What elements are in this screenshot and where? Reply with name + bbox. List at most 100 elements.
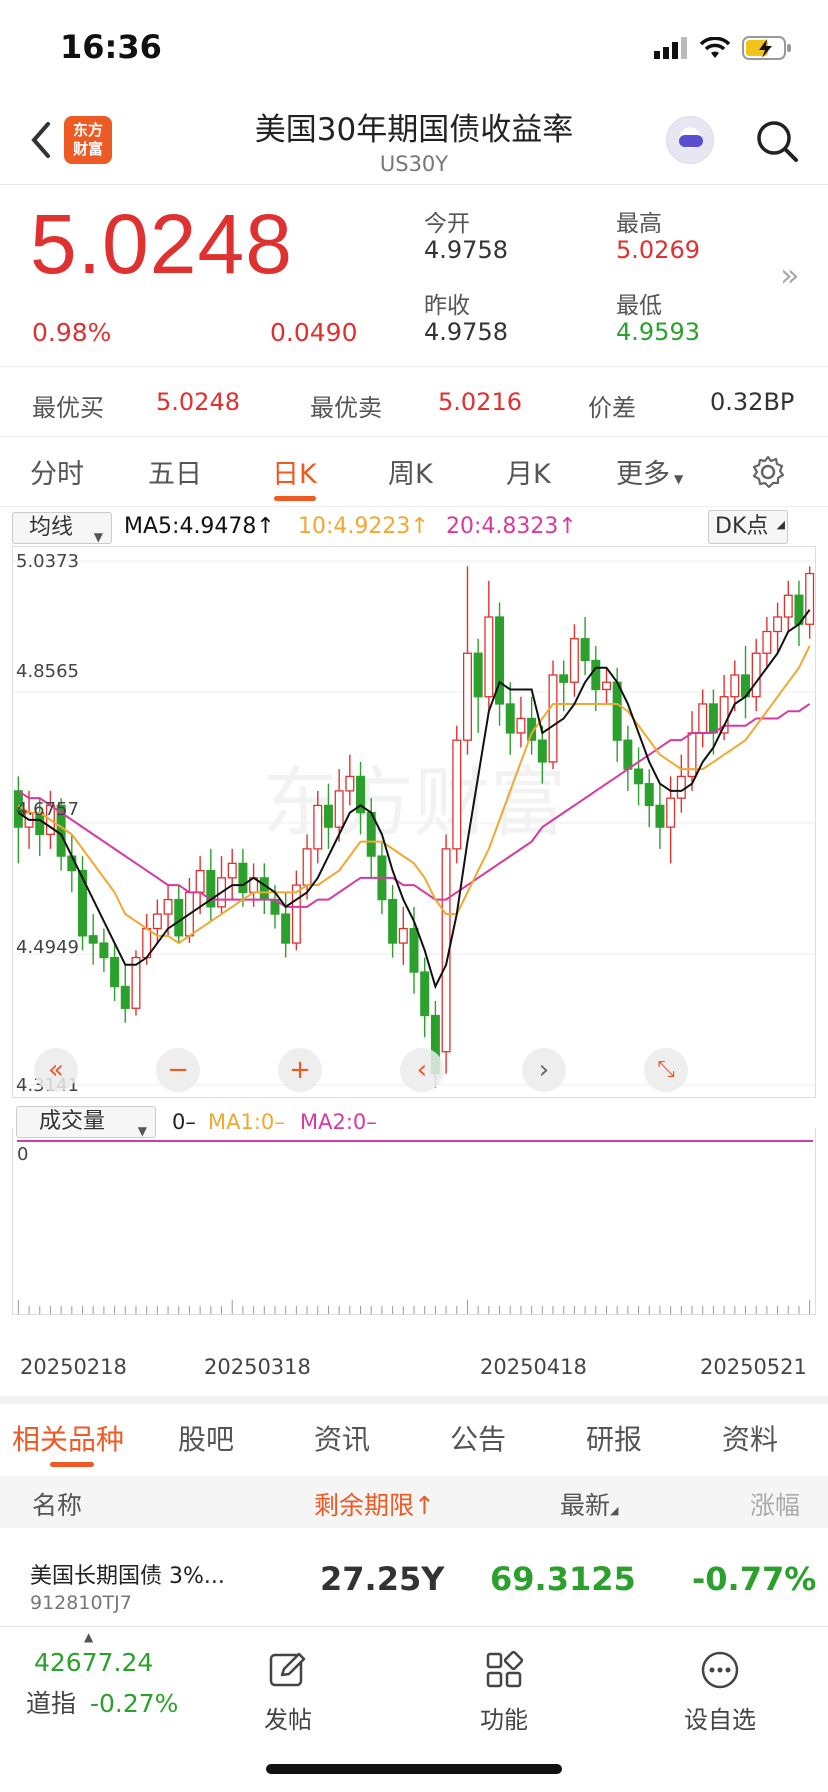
zoom-in-button[interactable]: + bbox=[278, 1048, 322, 1092]
active-bottom-tab-indicator bbox=[50, 1462, 94, 1467]
tab-profile[interactable]: 资料 bbox=[722, 1418, 778, 1458]
tab-daily-k[interactable]: 日K bbox=[272, 452, 317, 491]
high-value: 5.0269 bbox=[616, 236, 700, 264]
candle-body bbox=[99, 942, 109, 959]
candle-body bbox=[484, 616, 494, 698]
tab-related[interactable]: 相关品种 bbox=[12, 1418, 124, 1458]
candle-body bbox=[612, 681, 622, 741]
candle-body bbox=[698, 703, 708, 734]
volume-chart[interactable]: 0 bbox=[12, 1128, 816, 1315]
x-tick-label: 20250218 bbox=[20, 1355, 127, 1379]
candle-body bbox=[666, 797, 676, 828]
tab-news[interactable]: 资讯 bbox=[314, 1418, 370, 1458]
add-watchlist-button[interactable]: 设自选 bbox=[660, 1650, 780, 1735]
scroll-left-button[interactable]: ‹ bbox=[400, 1048, 444, 1092]
candle-body bbox=[452, 739, 462, 850]
best-bid-value: 5.0248 bbox=[156, 388, 240, 416]
x-tick-label: 20250521 bbox=[700, 1355, 807, 1379]
row-code: 912810TJ7 bbox=[30, 1592, 132, 1614]
col-name-header[interactable]: 名称 bbox=[32, 1486, 82, 1522]
candle-body bbox=[623, 739, 633, 770]
volume-zero-label: 0 bbox=[17, 1144, 29, 1165]
candle-body bbox=[334, 790, 344, 828]
settings-gear-icon[interactable] bbox=[750, 454, 786, 490]
search-icon[interactable] bbox=[754, 118, 800, 164]
candle-body bbox=[152, 913, 162, 930]
indicator-select[interactable]: 均线 ▼ bbox=[12, 512, 112, 544]
col-change-header[interactable]: 涨幅 bbox=[750, 1486, 828, 1522]
zoom-out-button[interactable]: − bbox=[156, 1048, 200, 1092]
indicator-select-label: 均线 bbox=[29, 515, 74, 540]
index-ticker[interactable]: 道指 -0.27% bbox=[26, 1684, 178, 1720]
signal-icon bbox=[654, 37, 687, 59]
candle-body bbox=[462, 652, 472, 741]
ma10-value: 10:4.9223↑ bbox=[298, 514, 429, 539]
col-latest-header[interactable]: 最新◢ bbox=[560, 1486, 618, 1522]
open-label: 今开 bbox=[424, 211, 470, 237]
kline-chart[interactable]: 东方财富 bbox=[12, 546, 816, 1098]
candle-body bbox=[762, 630, 772, 654]
assistant-robot-icon[interactable] bbox=[666, 116, 714, 164]
tab-intraday[interactable]: 分时 bbox=[30, 452, 84, 491]
post-button[interactable]: 发帖 bbox=[228, 1650, 348, 1735]
best-ask-value: 5.0216 bbox=[438, 388, 522, 416]
candle-body bbox=[302, 848, 312, 886]
edit-icon bbox=[269, 1652, 306, 1687]
tab-more[interactable]: 更多 ▼ bbox=[616, 452, 683, 491]
candle-body bbox=[238, 862, 248, 893]
candle-body bbox=[751, 652, 761, 698]
high-label: 最高 bbox=[616, 211, 662, 237]
battery-icon bbox=[742, 36, 791, 60]
scroll-left-fast-button[interactable]: « bbox=[34, 1048, 78, 1092]
ma5-value: MA5:4.9478↑ bbox=[124, 514, 275, 539]
kline-svg: 东方财富 bbox=[13, 560, 815, 1088]
candle-body bbox=[78, 869, 88, 937]
candle-body bbox=[805, 572, 815, 625]
y-tick-label: 4.6757 bbox=[16, 799, 79, 820]
caret-down-icon: ▼ bbox=[674, 472, 684, 486]
functions-button[interactable]: 功能 bbox=[444, 1650, 564, 1735]
expand-chart-button[interactable]: ⤡ bbox=[644, 1048, 688, 1092]
candle-body bbox=[634, 768, 644, 785]
candle-body bbox=[505, 703, 515, 734]
tab-forum[interactable]: 股吧 bbox=[178, 1418, 234, 1458]
tabs-divider bbox=[0, 506, 828, 507]
tab-announcements[interactable]: 公告 bbox=[450, 1418, 506, 1458]
candle-body bbox=[655, 804, 665, 828]
candle-body bbox=[473, 652, 483, 698]
candle-body bbox=[88, 935, 98, 944]
date-ticks bbox=[17, 1300, 811, 1314]
candle-body bbox=[398, 927, 408, 944]
tab-five-day[interactable]: 五日 bbox=[148, 452, 202, 491]
candle-body bbox=[174, 898, 184, 937]
more-dots-icon bbox=[701, 1651, 739, 1689]
change-value: 0.0490 bbox=[270, 318, 358, 347]
dk-point-button[interactable]: DK点 ◢ bbox=[708, 510, 788, 544]
post-label: 发帖 bbox=[264, 1706, 312, 1734]
candle-body bbox=[420, 971, 430, 1017]
open-value: 4.9758 bbox=[424, 236, 508, 264]
candle-body bbox=[644, 783, 654, 807]
prev-close-value: 4.9758 bbox=[424, 318, 508, 346]
tab-weekly-k[interactable]: 周K bbox=[388, 452, 433, 491]
section-gap bbox=[0, 1396, 828, 1404]
grid-icon bbox=[486, 1650, 524, 1688]
tab-monthly-k[interactable]: 月K bbox=[506, 452, 551, 491]
scroll-right-button[interactable]: › bbox=[522, 1048, 566, 1092]
wifi-icon bbox=[700, 37, 730, 58]
candle-body bbox=[163, 898, 173, 915]
double-chevron-right-icon[interactable]: » bbox=[780, 256, 800, 294]
prev-close-label: 昨收 bbox=[424, 293, 470, 319]
quote-divider bbox=[0, 366, 828, 367]
x-tick-label: 20250418 bbox=[480, 1355, 587, 1379]
y-tick-label: 4.8565 bbox=[16, 661, 79, 682]
tab-research[interactable]: 研报 bbox=[586, 1418, 642, 1458]
row-term: 27.25Y bbox=[320, 1560, 445, 1598]
candle-body bbox=[591, 659, 601, 691]
candle-body bbox=[569, 638, 579, 683]
col-term-header[interactable]: 剩余期限↑ bbox=[314, 1486, 435, 1522]
spread-label: 价差 bbox=[588, 394, 636, 422]
candle-body bbox=[195, 869, 205, 893]
change-percent: 0.98% bbox=[32, 318, 112, 347]
index-value[interactable]: 42677.24 bbox=[34, 1648, 153, 1677]
